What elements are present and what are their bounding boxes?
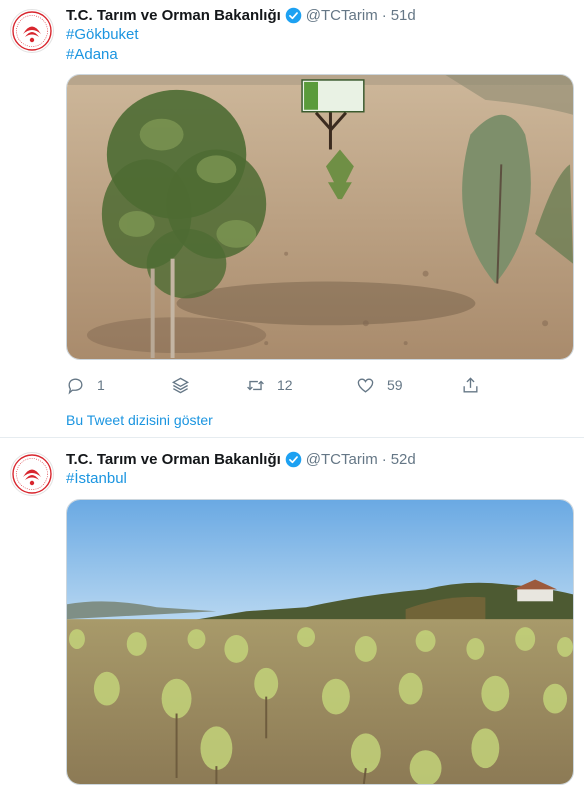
tweet-1[interactable]: T.C. Tarım ve Orman Bakanlığı @TCTarim ·… bbox=[0, 0, 584, 437]
author-name[interactable]: T.C. Tarım ve Orman Bakanlığı bbox=[66, 7, 281, 24]
author-handle[interactable]: @TCTarim bbox=[306, 451, 378, 468]
verified-badge-icon bbox=[285, 451, 302, 467]
avatar[interactable] bbox=[10, 452, 54, 496]
tweet-header: T.C. Tarım ve Orman Bakanlığı @TCTarim ·… bbox=[66, 449, 416, 469]
tweet-photo[interactable] bbox=[66, 499, 574, 785]
timestamp[interactable]: 52d bbox=[391, 451, 416, 468]
tweet-2[interactable]: T.C. Tarım ve Orman Bakanlığı @TCTarim ·… bbox=[0, 437, 584, 795]
hashtag-link[interactable]: #Adana bbox=[66, 45, 118, 65]
layers-icon bbox=[171, 377, 190, 393]
reply-count: 1 bbox=[97, 377, 105, 393]
hashtag-link[interactable]: #Gökbuket bbox=[66, 25, 139, 45]
show-thread-link[interactable]: Bu Tweet dizisini göster bbox=[66, 412, 213, 428]
tweet-header: T.C. Tarım ve Orman Bakanlığı @TCTarim ·… bbox=[66, 5, 416, 25]
timestamp[interactable]: 51d bbox=[391, 7, 416, 24]
like-count: 59 bbox=[387, 377, 403, 393]
author-name[interactable]: T.C. Tarım ve Orman Bakanlığı bbox=[66, 451, 281, 468]
reply-button[interactable]: 1 bbox=[66, 376, 171, 395]
heart-icon bbox=[357, 377, 374, 393]
reply-icon bbox=[68, 377, 83, 394]
separator-dot: · bbox=[381, 450, 387, 468]
avatar[interactable] bbox=[10, 9, 54, 53]
author-handle[interactable]: @TCTarim bbox=[306, 7, 378, 24]
hashtag-link[interactable]: #İstanbul bbox=[66, 469, 127, 489]
retweet-icon bbox=[247, 380, 264, 390]
share-button[interactable] bbox=[461, 376, 491, 395]
thread-button[interactable] bbox=[171, 376, 246, 395]
like-button[interactable]: 59 bbox=[356, 376, 461, 395]
share-icon bbox=[463, 376, 478, 393]
ministry-logo-icon bbox=[12, 454, 52, 494]
retweet-count: 12 bbox=[277, 377, 293, 393]
separator-dot: · bbox=[381, 6, 387, 24]
sapling-field-photo bbox=[67, 75, 573, 359]
pine-seedlings-photo bbox=[67, 500, 573, 784]
ministry-logo-icon bbox=[12, 11, 52, 51]
tweet-actions: 1 12 59 bbox=[66, 374, 506, 396]
verified-badge-icon bbox=[285, 7, 302, 23]
retweet-button[interactable]: 12 bbox=[246, 376, 356, 395]
tweet-photo[interactable] bbox=[66, 74, 574, 360]
